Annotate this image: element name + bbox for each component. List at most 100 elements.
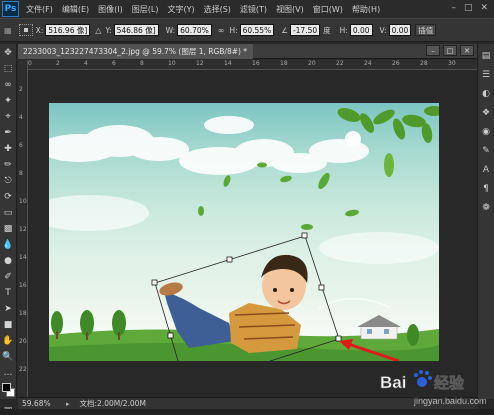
ruler-tick: 20 bbox=[19, 338, 27, 345]
x-field[interactable]: 516.96 像] bbox=[45, 24, 91, 36]
status-menu-icon[interactable]: ▸ bbox=[66, 400, 70, 408]
document-tab-bar: 2233003_123227473304_2.jpg @ 59.7% (图层 1… bbox=[18, 44, 477, 59]
hskew-field[interactable]: 0.00 bbox=[349, 24, 373, 36]
lasso-tool-icon[interactable]: ∞ bbox=[1, 77, 15, 92]
angle-icon: ∠ bbox=[281, 25, 288, 35]
history-brush-tool-icon[interactable]: ⟳ bbox=[1, 189, 15, 204]
stamp-tool-icon[interactable]: ⎋ bbox=[1, 173, 15, 188]
quick-select-tool-icon[interactable]: ✦ bbox=[1, 93, 15, 108]
ruler-tick: 22 bbox=[336, 60, 344, 67]
menu-edit[interactable]: 编辑(E) bbox=[62, 4, 89, 15]
menu-list: 文件(F) 编辑(E) 图像(I) 图层(L) 文字(Y) 选择(S) 滤镜(T… bbox=[26, 4, 389, 15]
y-group: Y: 546.86 像] bbox=[102, 24, 159, 36]
brush-panel-icon[interactable]: ❁ bbox=[478, 200, 494, 215]
w-group: W: 60.70% bbox=[163, 24, 212, 36]
ruler-tick: 14 bbox=[224, 60, 232, 67]
doc-close-icon[interactable]: ✕ bbox=[460, 45, 474, 56]
ruler-tick: 12 bbox=[196, 60, 204, 67]
ruler-tick: 10 bbox=[168, 60, 176, 67]
w-field[interactable]: 60.70% bbox=[177, 24, 212, 36]
ruler-tick: 24 bbox=[364, 60, 372, 67]
ruler-tick: 16 bbox=[19, 282, 27, 289]
rainbow-arc bbox=[318, 297, 390, 310]
document-tab[interactable]: 2233003_123227473304_2.jpg @ 59.7% (图层 1… bbox=[18, 44, 254, 59]
maximize-icon[interactable]: □ bbox=[464, 3, 473, 13]
angle-group: ∠ -17.50 度 bbox=[278, 24, 332, 36]
baidu-logo: Bai 经验 jingyan.baidu.com bbox=[380, 370, 487, 406]
dodge-tool-icon[interactable]: ● bbox=[1, 253, 15, 268]
menu-help[interactable]: 帮助(H) bbox=[352, 4, 380, 15]
type-tool-icon[interactable]: T bbox=[1, 285, 15, 300]
eraser-tool-icon[interactable]: ▭ bbox=[1, 205, 15, 220]
document-canvas[interactable] bbox=[49, 103, 439, 361]
angle-field[interactable]: -17.50 bbox=[289, 24, 321, 36]
collapsed-panel-dock: ▤ ☰ ◐ ❖ ◉ ✎ A ¶ ❁ bbox=[477, 44, 494, 399]
menu-layer[interactable]: 图层(L) bbox=[132, 4, 159, 15]
horizontal-ruler[interactable]: 0 2 4 6 8 10 12 14 16 18 20 22 24 26 28 … bbox=[28, 60, 477, 70]
marquee-tool-icon[interactable]: ⬚ bbox=[1, 61, 15, 76]
close-icon[interactable]: ✕ bbox=[480, 3, 488, 13]
menu-file[interactable]: 文件(F) bbox=[26, 4, 53, 15]
menu-type[interactable]: 文字(Y) bbox=[167, 4, 194, 15]
menu-filter[interactable]: 滤镜(T) bbox=[240, 4, 267, 15]
gradient-tool-icon[interactable]: ▩ bbox=[1, 221, 15, 236]
blur-tool-icon[interactable]: 💧 bbox=[1, 237, 15, 252]
history-panel-icon[interactable]: ▤ bbox=[478, 48, 494, 63]
h-group: H: 60.55% bbox=[226, 24, 275, 36]
minimize-icon[interactable]: – bbox=[451, 3, 456, 13]
layers-panel-icon[interactable]: ❖ bbox=[478, 105, 494, 120]
watermark-brand: Bai bbox=[380, 373, 406, 392]
vskew-field[interactable]: 0.00 bbox=[388, 24, 412, 36]
ruler-tick: 6 bbox=[19, 142, 23, 149]
ruler-tick: 28 bbox=[420, 60, 428, 67]
doc-restore-icon[interactable]: □ bbox=[443, 45, 457, 56]
watermark-jingyan: 经验 bbox=[434, 374, 465, 392]
ruler-tick: 0 bbox=[28, 60, 32, 67]
document-info[interactable]: 文档:2.00M/2.00M bbox=[80, 398, 146, 409]
vskew-group: V: 0.00 bbox=[377, 24, 412, 36]
ruler-tick: 12 bbox=[19, 226, 27, 233]
vertical-ruler[interactable]: 2 4 6 8 10 12 14 16 18 20 22 bbox=[18, 60, 28, 397]
doc-minimize-icon[interactable]: – bbox=[426, 45, 440, 56]
adjustments-panel-icon[interactable]: ◐ bbox=[478, 86, 494, 101]
pen-tool-icon[interactable]: ✐ bbox=[1, 269, 15, 284]
x-label: X: bbox=[35, 25, 44, 35]
hand-tool-icon[interactable]: ✋ bbox=[1, 333, 15, 348]
reference-point-icon[interactable] bbox=[18, 24, 33, 36]
y-field[interactable]: 546.86 像] bbox=[113, 24, 159, 36]
brush-tool-icon[interactable]: ✏ bbox=[1, 157, 15, 172]
h-field[interactable]: 60.55% bbox=[239, 24, 275, 36]
character-panel-icon[interactable]: A bbox=[478, 162, 494, 177]
menu-view[interactable]: 视图(V) bbox=[276, 4, 304, 15]
zoom-tool-icon[interactable]: 🔍 bbox=[1, 349, 15, 364]
menu-window[interactable]: 窗口(W) bbox=[313, 4, 343, 15]
healing-brush-tool-icon[interactable]: ✚ bbox=[1, 141, 15, 156]
interpolation-dropdown[interactable]: 插值 bbox=[415, 24, 437, 36]
relative-position-icon[interactable]: △ bbox=[95, 26, 101, 35]
app-logo[interactable]: Ps bbox=[2, 1, 19, 17]
ruler-tick: 4 bbox=[84, 60, 88, 67]
path-select-tool-icon[interactable]: ➤ bbox=[1, 301, 15, 316]
zoom-level[interactable]: 59.68% bbox=[22, 399, 58, 408]
color-swatches[interactable] bbox=[0, 380, 16, 402]
menu-select[interactable]: 选择(S) bbox=[204, 4, 231, 15]
shape-tool-icon[interactable]: ■ bbox=[1, 317, 15, 332]
foreground-color-swatch[interactable] bbox=[2, 383, 11, 392]
properties-panel-icon[interactable]: ☰ bbox=[478, 67, 494, 82]
paths-panel-icon[interactable]: ✎ bbox=[478, 143, 494, 158]
canvas-artwork bbox=[49, 106, 439, 361]
house bbox=[357, 315, 401, 340]
channels-panel-icon[interactable]: ◉ bbox=[478, 124, 494, 139]
paragraph-panel-icon[interactable]: ¶ bbox=[478, 181, 494, 196]
link-icon[interactable]: ∞ bbox=[218, 26, 225, 35]
move-tool-icon[interactable]: ✥ bbox=[1, 45, 15, 60]
menu-image[interactable]: 图像(I) bbox=[98, 4, 123, 15]
more-tools-icon[interactable]: … bbox=[1, 365, 15, 380]
ruler-tick: 18 bbox=[280, 60, 288, 67]
tool-preset-icon[interactable]: ▦ bbox=[4, 26, 12, 35]
eyedropper-tool-icon[interactable]: ✒ bbox=[1, 125, 15, 140]
vskew-label: V: bbox=[379, 25, 387, 35]
sun bbox=[345, 131, 361, 147]
crop-tool-icon[interactable]: ⌖ bbox=[1, 109, 15, 124]
paw-icon bbox=[414, 370, 432, 387]
